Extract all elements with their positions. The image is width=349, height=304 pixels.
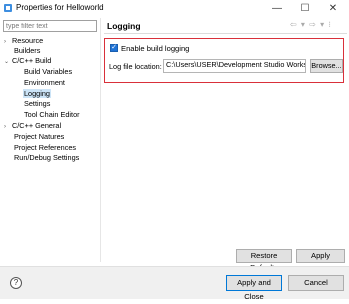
minimize-button[interactable]: — bbox=[264, 0, 290, 17]
tree-item-environment[interactable]: Environment bbox=[24, 78, 65, 88]
tree-item-cpp-build[interactable]: ⌄ C/C++ Build bbox=[4, 56, 51, 66]
expand-arrow-icon[interactable]: › bbox=[4, 37, 12, 47]
tree-item-project-references[interactable]: Project References bbox=[14, 143, 76, 153]
enable-logging-checkbox[interactable]: ✓ bbox=[110, 44, 118, 52]
log-location-input[interactable]: C:\Users\USER\Development Studio Workspa… bbox=[163, 59, 306, 73]
help-icon[interactable]: ? bbox=[10, 277, 22, 289]
page-title: Logging bbox=[107, 21, 141, 31]
log-location-label: Log file location: bbox=[109, 62, 162, 71]
maximize-button[interactable]: ☐ bbox=[292, 0, 318, 17]
window-title: Properties for Helloworld bbox=[16, 3, 104, 12]
app-icon bbox=[4, 4, 12, 12]
tree-item-run-debug-settings[interactable]: Run/Debug Settings bbox=[14, 153, 79, 163]
tree-item-logging[interactable]: Logging bbox=[23, 89, 51, 99]
enable-logging-label[interactable]: Enable build logging bbox=[121, 44, 189, 53]
title-divider bbox=[104, 33, 347, 34]
navigation-arrows-icon[interactable]: ⇦ ▾ ⇨ ▾ ⁝ bbox=[290, 20, 332, 29]
splitter[interactable] bbox=[100, 18, 101, 262]
collapse-arrow-icon[interactable]: ⌄ bbox=[4, 57, 12, 67]
apply-button[interactable]: Apply bbox=[296, 249, 345, 263]
filter-input[interactable] bbox=[3, 20, 97, 32]
tree-item-resource[interactable]: › Resource bbox=[4, 36, 43, 46]
dialog-footer: ? Apply and Close Cancel bbox=[0, 266, 349, 301]
tree-item-tool-chain-editor[interactable]: Tool Chain Editor bbox=[24, 110, 80, 120]
restore-defaults-button[interactable]: Restore Defaults bbox=[236, 249, 292, 272]
tree-item-project-natures[interactable]: Project Natures bbox=[14, 132, 64, 142]
title-bar: Properties for Helloworld — ☐ ✕ bbox=[0, 0, 349, 17]
browse-button[interactable]: Browse... bbox=[310, 59, 343, 73]
cancel-button[interactable]: Cancel bbox=[288, 275, 344, 291]
tree-item-settings[interactable]: Settings bbox=[24, 99, 50, 109]
expand-arrow-icon[interactable]: › bbox=[4, 122, 12, 132]
apply-and-close-button[interactable]: Apply and Close bbox=[226, 275, 282, 301]
tree-item-build-variables[interactable]: Build Variables bbox=[24, 67, 72, 77]
tree-item-builders[interactable]: Builders bbox=[14, 46, 40, 56]
close-button[interactable]: ✕ bbox=[320, 0, 346, 17]
tree-item-cpp-general[interactable]: › C/C++ General bbox=[4, 121, 61, 131]
